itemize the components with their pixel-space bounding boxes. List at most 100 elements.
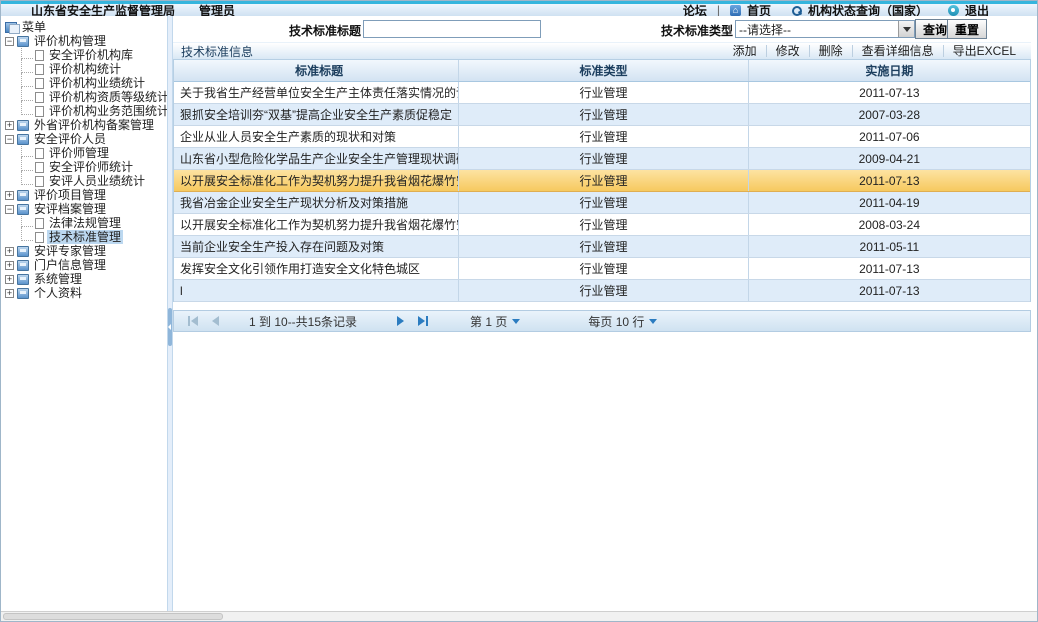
cell-standard-title: 山东省小型危险化学品生产企业安全生产管理现状调研报告	[174, 148, 459, 169]
expand-icon[interactable]: +	[5, 247, 14, 256]
tree-connector	[21, 157, 33, 171]
app-window: 山东省安全生产监督管理局 管理员 论坛 | ⌂ 首页 机构状态查询（国家） 退出…	[0, 0, 1038, 622]
chevron-down-icon	[898, 21, 914, 37]
cell-standard-type: 行业管理	[459, 214, 748, 235]
page-icon	[35, 64, 44, 75]
sidebar-item[interactable]: +外省评价机构备案管理	[1, 118, 167, 132]
next-page-button[interactable]	[397, 316, 404, 326]
expand-icon[interactable]: +	[5, 191, 14, 200]
horizontal-scrollbar[interactable]	[1, 611, 1037, 621]
sidebar-item[interactable]: +个人资料	[1, 286, 167, 300]
folder-icon	[17, 120, 29, 131]
standard-title-label: 技术标准标题	[289, 22, 361, 39]
sidebar-item[interactable]: −评价机构管理	[1, 34, 167, 48]
table-row[interactable]: 企业从业人员安全生产素质的现状和对策行业管理2011-07-06	[174, 126, 1030, 148]
tree-connector	[21, 45, 33, 59]
collapse-icon[interactable]: −	[5, 205, 14, 214]
column-header[interactable]: 标准标题	[174, 60, 459, 81]
cell-standard-title: 以开展安全标准化工作为契机努力提升我省烟花爆竹安全管理水平	[174, 170, 459, 191]
expand-icon[interactable]: +	[5, 275, 14, 284]
sidebar-item-label: 安全评价机构库	[47, 48, 135, 62]
modify-button[interactable]: 修改	[766, 45, 809, 57]
table-row[interactable]: 山东省小型危险化学品生产企业安全生产管理现状调研报告行业管理2009-04-21	[174, 148, 1030, 170]
tree-connector	[21, 101, 33, 115]
selected-option: --请选择--	[736, 21, 898, 38]
table-row[interactable]: 关于我省生产经营单位安全生产主体责任落实情况的调研报告行业管理2011-07-1…	[174, 82, 1030, 104]
sidebar-item-label: 评价机构资质等级统计	[47, 90, 167, 104]
expand-icon[interactable]: +	[5, 121, 14, 130]
cell-standard-title: 狠抓安全培训夯“双基”提高企业安全生产素质促稳定	[174, 104, 459, 125]
cell-implement-date: 2011-07-13	[749, 82, 1030, 103]
cell-implement-date: 2011-04-19	[749, 192, 1030, 213]
cell-standard-type: 行业管理	[459, 258, 748, 279]
cell-standard-title: 当前企业安全生产投入存在问题及对策	[174, 236, 459, 257]
column-header[interactable]: 标准类型	[459, 60, 748, 81]
table-row[interactable]: 以开展安全标准化工作为契机努力提升我省烟花爆竹安全管理水平行业管理2011-07…	[174, 170, 1030, 192]
home-icon: ⌂	[730, 5, 741, 16]
sidebar-item[interactable]: 安评人员业绩统计	[1, 174, 167, 188]
cell-standard-type: 行业管理	[459, 148, 748, 169]
chevron-down-icon	[512, 319, 520, 324]
scrollbar-thumb[interactable]	[3, 613, 223, 620]
table-header-row: 标准标题标准类型实施日期	[174, 60, 1030, 82]
expand-icon[interactable]: +	[5, 261, 14, 270]
table-row[interactable]: l行业管理2011-07-13	[174, 280, 1030, 302]
sidebar-item[interactable]: +安评专家管理	[1, 244, 167, 258]
first-page-button[interactable]	[188, 316, 198, 326]
standards-table: 标准标题标准类型实施日期 关于我省生产经营单位安全生产主体责任落实情况的调研报告…	[173, 60, 1031, 302]
cell-standard-title: 以开展安全标准化工作为契机努力提升我省烟花爆竹安全管理水平	[174, 214, 459, 235]
table-row[interactable]: 发挥安全文化引领作用打造安全文化特色城区行业管理2011-07-13	[174, 258, 1030, 280]
export-excel-button[interactable]: 导出EXCEL	[943, 45, 1025, 57]
table-row[interactable]: 当前企业安全生产投入存在问题及对策行业管理2011-05-11	[174, 236, 1030, 258]
sidebar: 菜单 −评价机构管理安全评价机构库评价机构统计评价机构业绩统计评价机构资质等级统…	[1, 16, 167, 611]
tree-connector	[21, 59, 33, 73]
cell-standard-type: 行业管理	[459, 82, 748, 103]
view-detail-button[interactable]: 查看详细信息	[852, 45, 943, 57]
sidebar-item[interactable]: −安全评价人员	[1, 132, 167, 146]
collapse-icon[interactable]: −	[5, 135, 14, 144]
add-button[interactable]: 添加	[724, 45, 766, 57]
cell-implement-date: 2007-03-28	[749, 104, 1030, 125]
cell-standard-title: 企业从业人员安全生产素质的现状和对策	[174, 126, 459, 147]
sidebar-item-label: 评价机构业绩统计	[47, 76, 147, 90]
record-count-info: 1 到 10--共15条记录	[249, 313, 357, 330]
column-header[interactable]: 实施日期	[749, 60, 1030, 81]
sidebar-item[interactable]: +门户信息管理	[1, 258, 167, 272]
folder-icon	[17, 36, 29, 47]
cell-standard-type: 行业管理	[459, 126, 748, 147]
cell-standard-type: 行业管理	[459, 236, 748, 257]
expand-icon[interactable]: +	[5, 289, 14, 298]
prev-page-button[interactable]	[212, 316, 219, 326]
sidebar-item-label: 法律法规管理	[47, 216, 123, 230]
last-page-button[interactable]	[418, 316, 428, 326]
sidebar-item-label: 评价师管理	[47, 146, 111, 160]
splitter-collapse-handle[interactable]	[168, 308, 172, 346]
collapse-icon[interactable]: −	[5, 37, 14, 46]
sidebar-item[interactable]: 技术标准管理	[1, 230, 167, 244]
sidebar-item-label: 评价机构业务范围统计	[47, 104, 167, 118]
chevron-down-icon	[649, 319, 657, 324]
page-size-select[interactable]: 每页 10 行	[588, 313, 657, 330]
sidebar-item[interactable]: 评价机构业务范围统计	[1, 104, 167, 118]
sidebar-item[interactable]: + 评价项目管理	[1, 188, 167, 202]
sidebar-item-label: 评价项目管理	[32, 188, 108, 202]
table-row[interactable]: 狠抓安全培训夯“双基”提高企业安全生产素质促稳定行业管理2007-03-28	[174, 104, 1030, 126]
page-icon	[35, 50, 44, 61]
folder-icon	[17, 246, 29, 257]
table-row[interactable]: 以开展安全标准化工作为契机努力提升我省烟花爆竹安全管理水平行业管理2008-03…	[174, 214, 1030, 236]
delete-button[interactable]: 删除	[809, 45, 852, 57]
cell-implement-date: 2009-04-21	[749, 148, 1030, 169]
sidebar-item[interactable]: −安评档案管理	[1, 202, 167, 216]
sidebar-item-label: 安全评价师统计	[47, 160, 135, 174]
reset-button[interactable]: 重置	[947, 19, 987, 39]
page-icon	[35, 148, 44, 159]
table-row[interactable]: 我省冶金企业安全生产现状分析及对策措施行业管理2011-04-19	[174, 192, 1030, 214]
standard-type-select[interactable]: --请选择--	[735, 20, 915, 38]
folder-icon	[17, 274, 29, 285]
logout-icon	[948, 5, 959, 16]
sidebar-item[interactable]: +系统管理	[1, 272, 167, 286]
cell-standard-type: 行业管理	[459, 104, 748, 125]
page-number-select[interactable]: 第 1 页	[470, 313, 520, 330]
standard-title-input[interactable]	[363, 20, 541, 38]
divider: |	[717, 3, 720, 17]
